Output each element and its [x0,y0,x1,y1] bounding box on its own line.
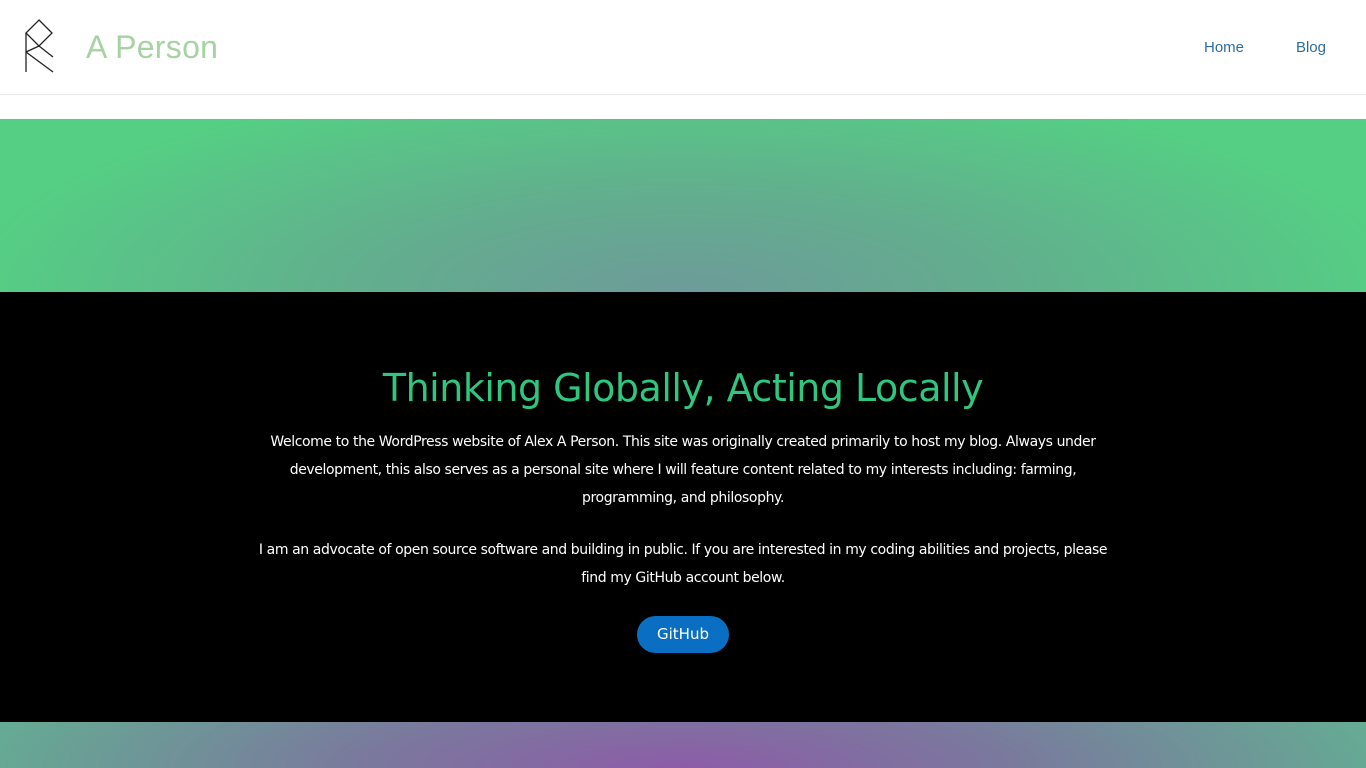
site-title[interactable]: A Person [86,28,218,66]
intro-paragraph-open-source: I am an advocate of open source software… [258,542,1108,586]
intro-paragraph-welcome: Welcome to the WordPress website of Alex… [270,434,1096,506]
nav-home-link[interactable]: Home [1204,38,1244,58]
site-header: A Person Home Blog [0,0,1366,95]
gradient-banner-top [0,119,1366,292]
nav-blog-link[interactable]: Blog [1296,38,1326,58]
gradient-banner-bottom [0,722,1366,768]
geometric-monogram-icon[interactable] [23,19,57,75]
github-button[interactable]: GitHub [637,616,729,653]
page: A Person Home Blog Thinking Globally, Ac… [0,0,1366,768]
intro-section: Thinking Globally, Acting Locally Welcom… [0,292,1366,722]
intro-heading: Thinking Globally, Acting Locally [382,366,984,410]
